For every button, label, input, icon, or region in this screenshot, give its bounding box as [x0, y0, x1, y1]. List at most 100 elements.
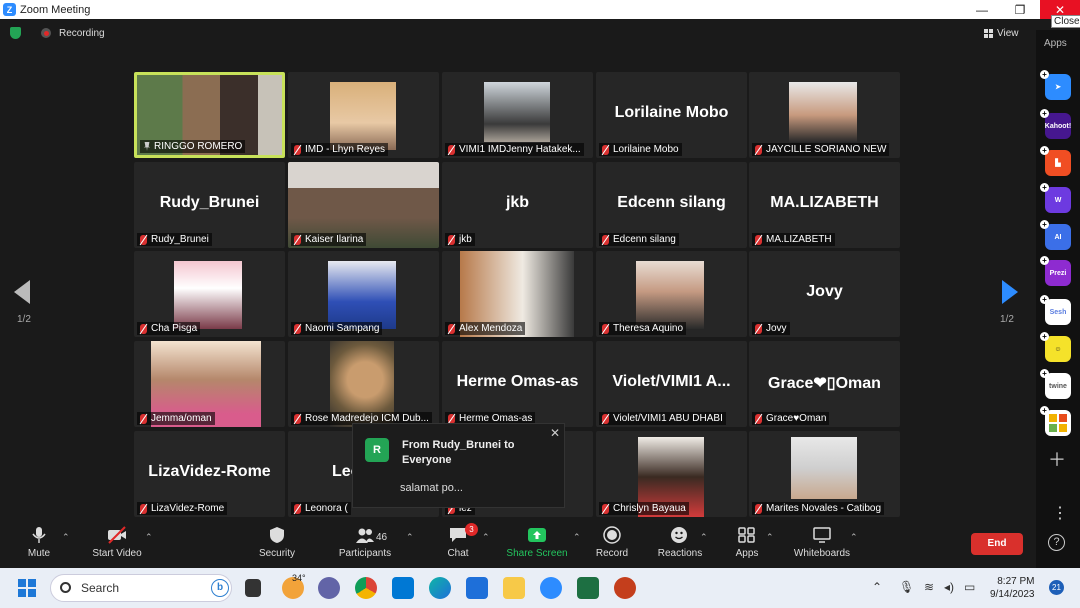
participant-tile[interactable]: RINGGO ROMERO [134, 72, 285, 158]
page-indicator-left: 1/2 [17, 314, 31, 325]
windows-start-icon[interactable] [18, 579, 36, 597]
participant-tile[interactable]: Marites Novales - Catibog [749, 431, 900, 517]
notification-badge[interactable]: 21 [1049, 580, 1064, 595]
participant-tile[interactable]: JAYCILLE SORIANO NEW [749, 72, 900, 158]
participant-name-label: jkb [445, 233, 475, 246]
apps-options-caret-icon[interactable]: ⌃ [766, 532, 774, 543]
participant-name-text: Lorilaine Mobo [613, 144, 679, 155]
recording-label[interactable]: Recording [59, 28, 105, 39]
whiteboards-options-caret-icon[interactable]: ⌃ [850, 532, 858, 543]
participant-tile[interactable]: IMD - Lhyn Reyes [288, 72, 439, 158]
volume-icon[interactable]: ◂) [944, 580, 954, 594]
end-meeting-button[interactable]: End [971, 533, 1023, 555]
participant-tile[interactable]: Cha Pisga [134, 251, 285, 337]
file-explorer-icon[interactable] [503, 577, 525, 599]
app-twine-icon[interactable]: + twine [1040, 369, 1071, 399]
share-screen-button[interactable]: Share Screen [502, 526, 572, 559]
participant-tile[interactable]: Violet/VIMI1 A... Violet/VIMI1 ABU DHABI [596, 341, 747, 427]
bing-icon[interactable]: b [211, 579, 229, 597]
minimize-button[interactable]: — [962, 0, 1002, 19]
participant-name-label: JAYCILLE SORIANO NEW [752, 143, 890, 156]
audio-options-caret-icon[interactable]: ⌃ [62, 532, 70, 543]
whiteboards-button[interactable]: Whiteboards [787, 526, 857, 559]
chat-label: Chat [447, 548, 469, 559]
battery-icon[interactable]: ▭ [964, 580, 975, 594]
muted-mic-icon [755, 504, 762, 514]
participant-tile[interactable]: Rudy_Brunei Rudy_Brunei [134, 162, 285, 248]
participant-display-name: Jovy [806, 283, 843, 300]
participant-tile[interactable]: Lorilaine Mobo Lorilaine Mobo [596, 72, 747, 158]
muted-mic-icon [755, 414, 762, 424]
participant-tile[interactable]: LizaVidez-Rome LizaVidez-Rome [134, 431, 285, 517]
zoom-taskbar-icon[interactable] [540, 577, 562, 599]
task-view-icon[interactable] [245, 579, 261, 597]
participant-tile[interactable]: Grace❤▯Oman Grace♥Oman [749, 341, 900, 427]
reactions-options-caret-icon[interactable]: ⌃ [700, 532, 708, 543]
start-video-button[interactable]: Start Video [82, 526, 152, 559]
edge-icon[interactable] [429, 577, 451, 599]
participant-tile[interactable]: Chrislyn Bayaua [596, 431, 747, 517]
app-kahoot-icon[interactable]: + Kahoot! [1040, 109, 1071, 139]
chat-options-caret-icon[interactable]: ⌃ [482, 532, 490, 543]
video-options-caret-icon[interactable]: ⌃ [145, 532, 153, 543]
participant-tile[interactable]: Herme Omas-as Herme Omas-as [442, 341, 593, 427]
participant-tile[interactable]: Alex Mendoza [442, 251, 593, 337]
more-options-icon[interactable]: ⋮ [1052, 503, 1068, 523]
taskbar-clock[interactable]: 8:27 PM 9/14/2023 [990, 575, 1035, 601]
participant-name-text: Alex Mendoza [459, 323, 523, 334]
taskbar-search-input[interactable]: Search b [50, 574, 232, 602]
participant-name-label: Alex Mendoza [445, 322, 526, 335]
maximize-button[interactable]: ❐ [1000, 0, 1040, 19]
app-w-icon[interactable]: + W [1040, 183, 1071, 213]
participant-video [791, 437, 857, 499]
meeting-status-bar: Recording [10, 27, 105, 39]
app-arrow-icon[interactable]: + ➤ [1040, 70, 1071, 100]
view-button[interactable]: View [984, 28, 1019, 39]
add-app-plus-icon[interactable]: ＋ [1048, 446, 1066, 472]
app-orange-icon[interactable]: + ▙ [1040, 146, 1071, 176]
close-popup-icon[interactable]: ✕ [550, 426, 560, 440]
security-button[interactable]: Security [242, 526, 312, 559]
encryption-shield-icon[interactable] [10, 27, 21, 39]
participant-tile[interactable]: Theresa Aquino [596, 251, 747, 337]
app-tiles-icon[interactable]: + [1040, 406, 1071, 436]
participants-button[interactable]: 46 Participants [330, 526, 400, 559]
show-hidden-icons-chevron-icon[interactable]: ⌃ [872, 580, 882, 594]
teams-chat-icon[interactable] [318, 577, 340, 599]
participant-tile[interactable]: Jemma/oman [134, 341, 285, 427]
app-prezi-icon[interactable]: + Prezi [1040, 256, 1071, 286]
participant-tile[interactable]: Jovy Jovy [749, 251, 900, 337]
next-page-arrow-icon[interactable] [1002, 280, 1018, 304]
search-placeholder: Search [81, 581, 120, 595]
participant-name-text: Theresa Aquino [613, 323, 684, 334]
app-ai-icon[interactable]: + AI [1040, 220, 1071, 250]
participant-tile[interactable]: VIMI1 IMDJenny Hatakek... [442, 72, 593, 158]
participant-tile[interactable]: Rose Madredejo ICM Dub... [288, 341, 439, 427]
muted-mic-icon [602, 324, 609, 334]
app-smiley-icon[interactable]: + ☺ [1040, 332, 1071, 362]
participant-tile[interactable]: Naomi Sampang [288, 251, 439, 337]
participant-tile[interactable]: jkb jkb [442, 162, 593, 248]
wifi-icon[interactable]: ≋ [924, 580, 934, 594]
participant-name-text: RINGGO ROMERO [154, 141, 243, 152]
chat-notification-popup[interactable]: R From Rudy_Brunei to Everyone salamat p… [352, 423, 565, 508]
powerpoint-icon[interactable] [614, 577, 636, 599]
participant-name-text: LizaVidez-Rome [151, 503, 225, 514]
muted-mic-icon [755, 145, 762, 155]
excel-icon[interactable] [577, 577, 599, 599]
participant-tile[interactable]: MA.LIZABETH MA.LIZABETH [749, 162, 900, 248]
previous-page-arrow-icon[interactable] [14, 280, 30, 304]
mail-icon[interactable] [466, 577, 488, 599]
participant-display-name: Grace❤▯Oman [768, 375, 881, 392]
help-icon[interactable]: ? [1048, 534, 1065, 551]
participants-options-caret-icon[interactable]: ⌃ [406, 532, 414, 543]
app-sesh-icon[interactable]: + Sesh [1040, 295, 1071, 325]
participant-tile[interactable]: Kaiser Ilarina [288, 162, 439, 248]
store-icon[interactable] [392, 577, 414, 599]
chrome-icon[interactable] [355, 577, 377, 599]
participant-display-name: LizaVidez-Rome [148, 463, 271, 480]
participant-tile[interactable]: Edcenn silang Edcenn silang [596, 162, 747, 248]
record-button[interactable]: Record [577, 526, 647, 559]
microphone-tray-icon[interactable]: 🎙 [899, 580, 914, 594]
participant-name-label: Jovy [752, 322, 790, 335]
